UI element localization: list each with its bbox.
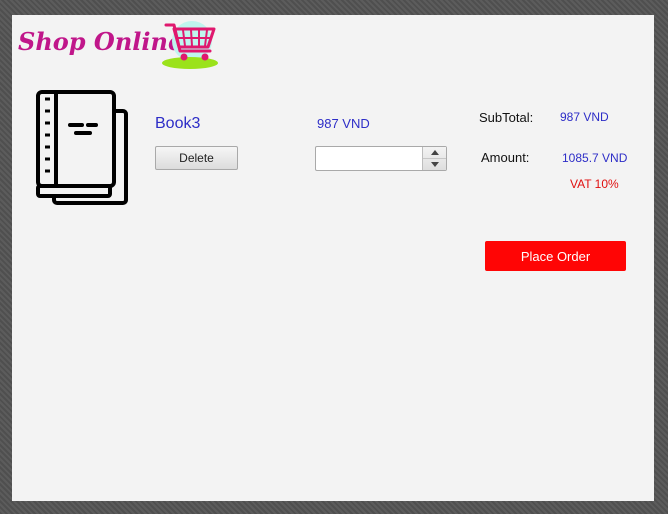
amount-label: Amount: (481, 150, 530, 165)
quantity-stepper (315, 146, 447, 171)
book-icon (36, 90, 128, 205)
place-order-button[interactable]: Place Order (485, 241, 626, 271)
amount-value: 1085.7 VND (562, 151, 628, 165)
arrow-up-icon (430, 150, 439, 155)
delete-button[interactable]: Delete (155, 146, 238, 170)
product-price: 987 VND (317, 116, 370, 131)
subtotal-label: SubTotal: (479, 110, 534, 125)
app-window: Shop Online Book3 987 VND Delete SubTota… (12, 15, 654, 501)
shopping-cart-icon (162, 21, 218, 69)
increment-button[interactable] (423, 147, 446, 159)
shop-logo: Shop Online (18, 17, 228, 73)
vat-note: VAT 10% (570, 177, 619, 191)
decrement-button[interactable] (423, 159, 446, 170)
quantity-spin-buttons (422, 147, 446, 170)
subtotal-value: 987 VND (560, 110, 609, 124)
quantity-input[interactable] (316, 147, 422, 170)
product-name: Book3 (155, 115, 201, 132)
arrow-down-icon (430, 162, 439, 167)
